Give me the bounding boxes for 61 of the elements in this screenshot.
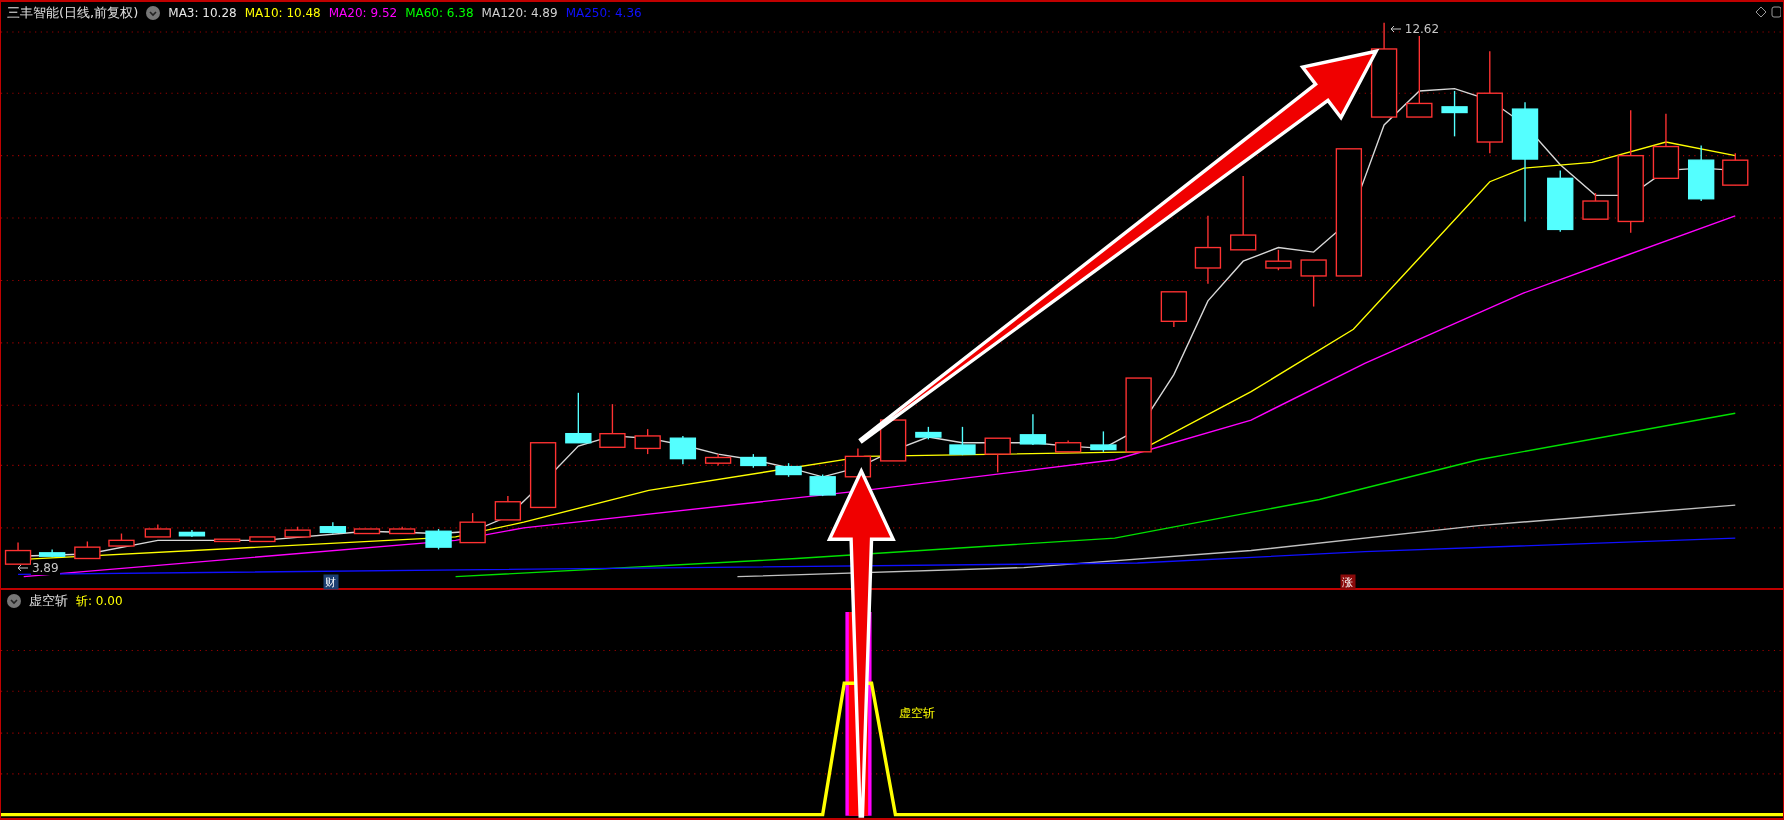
candlestick	[1652, 112, 1680, 179]
candlestick	[319, 521, 347, 535]
candlestick	[740, 453, 767, 469]
candlestick	[4, 541, 32, 565]
price-label: 12.62	[1403, 21, 1441, 36]
candlestick	[984, 437, 1011, 473]
candlestick	[915, 426, 942, 440]
indicator-value: MA10: 10.48	[244, 6, 321, 20]
candlestick	[425, 528, 452, 551]
candlestick	[809, 473, 836, 497]
candlestick	[669, 435, 697, 465]
diamond-icon[interactable]	[1755, 6, 1767, 18]
dropdown-icon[interactable]	[146, 6, 161, 20]
indicator-value: MA250: 4.36	[565, 6, 642, 20]
price-label: 3.89	[30, 560, 60, 575]
candlestick	[879, 417, 907, 462]
indicator-value: MA120: 4.89	[481, 6, 558, 20]
candlestick	[1441, 90, 1468, 138]
candlestick	[389, 526, 416, 535]
candlestick	[459, 512, 486, 544]
candlestick	[1547, 169, 1574, 233]
candlestick	[353, 528, 381, 535]
candlestick	[949, 426, 976, 456]
candlestick	[775, 462, 802, 478]
candlestick	[599, 403, 626, 448]
candlestick	[1265, 249, 1292, 271]
indicator-value: 斩: 0.00	[76, 592, 123, 610]
candlestick	[1582, 192, 1609, 220]
leader-arrow-icon	[16, 563, 29, 572]
candlestick	[634, 428, 661, 455]
candlestick	[1722, 152, 1749, 186]
candlestick	[178, 529, 206, 538]
candlestick	[1019, 413, 1047, 446]
indicator-value: MA60: 6.38	[405, 6, 474, 20]
candlestick	[494, 495, 522, 521]
dropdown-icon[interactable]	[7, 594, 21, 608]
chart-title: 三丰智能(日线,前复权)	[7, 4, 139, 22]
candlestick	[74, 540, 101, 560]
candlestick	[1194, 215, 1222, 285]
candlestick	[565, 392, 592, 444]
candlestick	[704, 453, 732, 467]
candlestick	[1688, 144, 1715, 202]
indicator-value: MA3: 10.28	[168, 6, 237, 20]
event-marker[interactable]: 涨	[1340, 574, 1356, 590]
signal-label: 虚空斩	[898, 704, 935, 722]
indicator-value: MA20: 9.52	[328, 6, 398, 20]
candlestick	[249, 536, 276, 543]
candlestick	[529, 442, 557, 509]
event-marker[interactable]: 财	[323, 574, 339, 590]
candlestick	[1300, 259, 1327, 308]
candlestick	[1054, 439, 1082, 453]
candlestick	[108, 532, 135, 547]
candlestick	[214, 538, 241, 543]
candlestick	[144, 523, 171, 538]
candlestick	[38, 548, 66, 559]
candlestick	[284, 526, 311, 538]
leader-arrow-icon	[1389, 24, 1402, 33]
candlestick	[1160, 291, 1188, 328]
candlestick	[1090, 430, 1117, 453]
indicator-title: 虚空斩	[29, 592, 68, 610]
candlestick	[844, 447, 872, 478]
